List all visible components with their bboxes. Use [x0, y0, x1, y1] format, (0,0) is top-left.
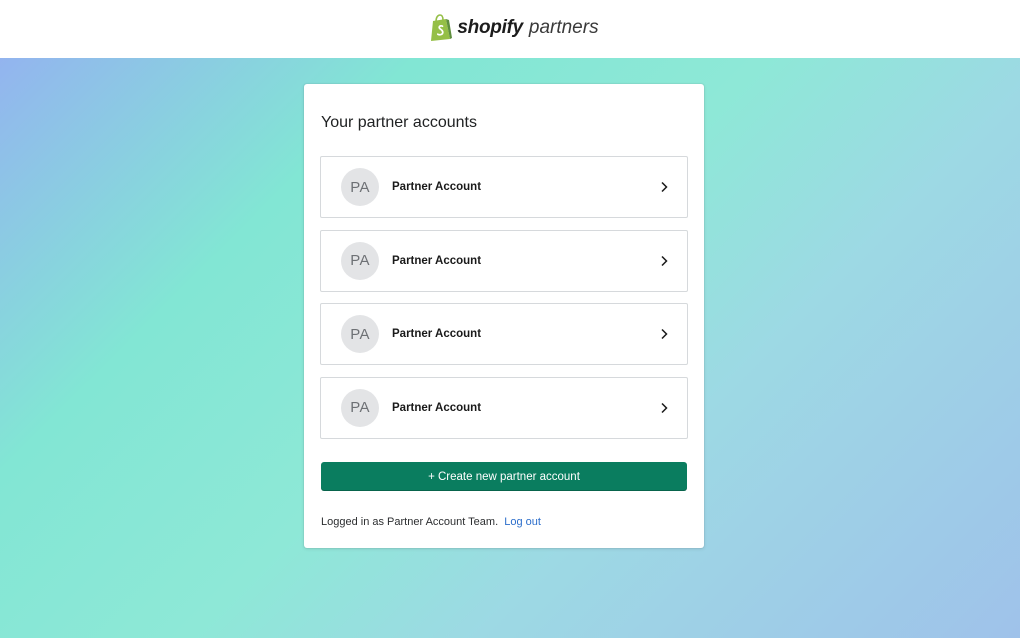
account-row[interactable]: PA Partner Account	[320, 376, 688, 439]
account-row[interactable]: PA Partner Account	[320, 229, 688, 292]
avatar: PA	[341, 388, 379, 427]
logout-link[interactable]: Log out	[504, 516, 541, 528]
avatar: PA	[341, 168, 379, 206]
account-name: Partner Account	[392, 401, 482, 414]
chevron-right-icon	[661, 328, 668, 340]
account-name: Partner Account	[392, 328, 482, 340]
chevron-right-icon	[661, 181, 668, 193]
logged-in-text: Logged in as Partner Account Team.	[321, 516, 499, 528]
top-bar: shopify partners	[0, 0, 1020, 58]
shopify-bag-icon	[431, 14, 453, 41]
account-row[interactable]: PA Partner Account	[320, 156, 688, 218]
account-row[interactable]: PA Partner Account	[320, 303, 688, 365]
chevron-right-icon	[661, 255, 668, 266]
create-partner-account-button[interactable]: + Create new partner account	[321, 462, 687, 491]
logo-wordmark: shopify	[457, 17, 523, 38]
login-status: Logged in as Partner Account Team. Log o…	[321, 516, 541, 528]
chevron-right-icon	[661, 402, 668, 413]
account-name: Partner Account	[392, 254, 482, 267]
account-name: Partner Account	[392, 181, 482, 193]
logo-subtitle: partners	[528, 17, 599, 38]
avatar: PA	[341, 315, 379, 353]
page-title: Your partner accounts	[321, 114, 477, 131]
partner-accounts-card: Your partner accounts PA Partner Account…	[304, 84, 704, 548]
account-list: PA Partner Account PA Partner Account PA…	[320, 156, 688, 450]
avatar: PA	[341, 241, 379, 280]
shopify-partners-logo[interactable]: shopify partners	[429, 14, 599, 42]
